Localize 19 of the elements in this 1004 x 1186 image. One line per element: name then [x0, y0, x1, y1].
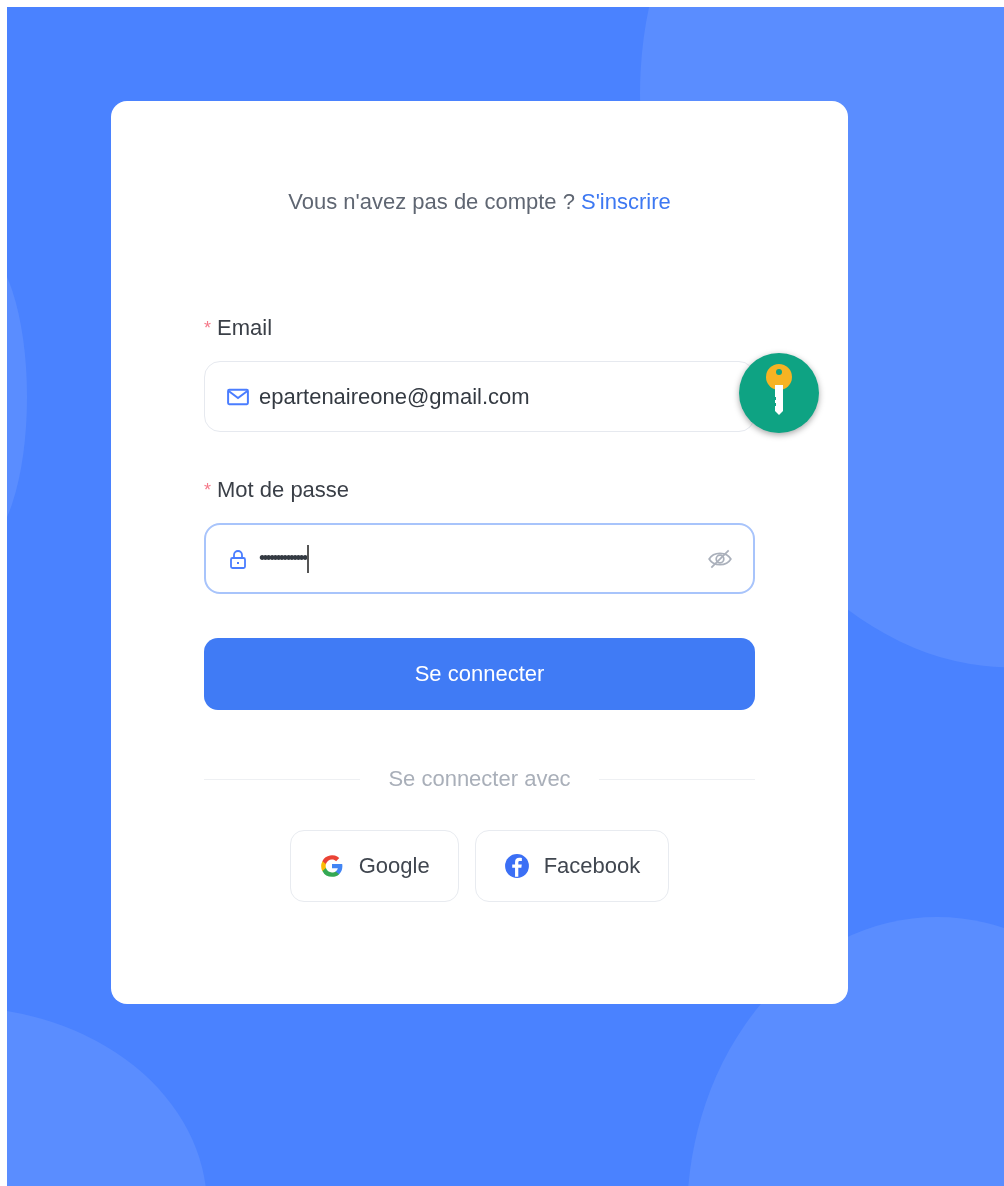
facebook-button[interactable]: Facebook [474, 830, 670, 902]
text-cursor [307, 544, 310, 573]
required-asterisk: * [204, 479, 211, 501]
google-button[interactable]: Google [289, 830, 459, 902]
password-field[interactable]: •••••••••••••• [204, 523, 755, 594]
google-icon [318, 853, 345, 879]
lock-icon [227, 548, 249, 569]
mail-icon [227, 386, 249, 407]
field-value: epartenaireone@gmail.com [259, 383, 530, 410]
field-label: Email [217, 315, 273, 341]
signup-link[interactable]: S'inscrire [580, 189, 671, 215]
required-asterisk: * [204, 317, 211, 339]
divider-label: Se connecter avec [388, 766, 571, 792]
key-popup[interactable] [737, 351, 821, 435]
login-button[interactable]: Se connecter [204, 638, 755, 710]
field-value: •••••••••••••• [259, 548, 306, 569]
facebook-icon [503, 853, 530, 879]
signup-prompt: Vous n'avez pas de compte ? [288, 189, 575, 215]
field-label: Mot de passe [217, 477, 350, 503]
